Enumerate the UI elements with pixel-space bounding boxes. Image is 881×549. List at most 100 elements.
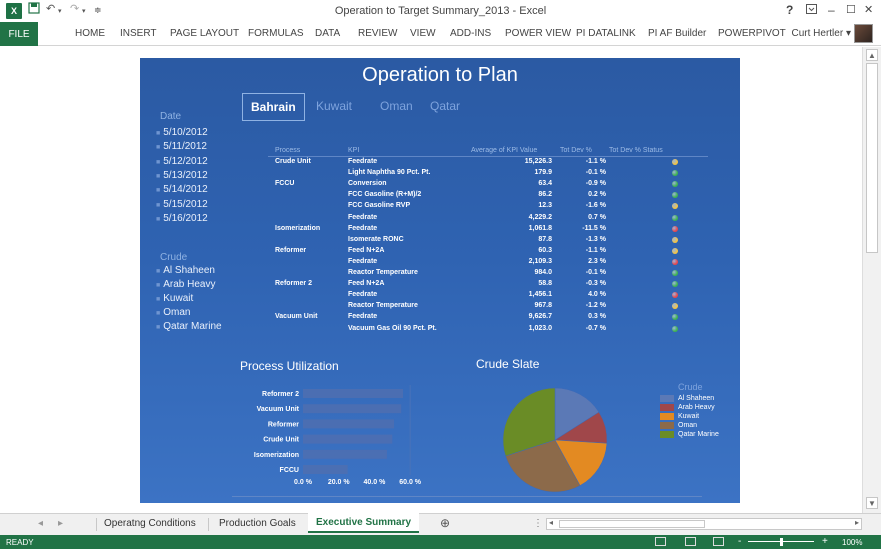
status-indicator-icon — [672, 247, 678, 254]
tab-page-layout[interactable]: PAGE LAYOUT — [170, 28, 239, 39]
zoom-in-button[interactable]: + — [822, 536, 828, 547]
kpi-value-cell: 1,023.0 — [528, 324, 552, 332]
kpi-value-cell: 967.8 — [534, 302, 552, 310]
ribbon-tabs: FILE HOME INSERT PAGE LAYOUT FORMULAS DA… — [0, 22, 881, 46]
kpi-value-cell: 2,109.3 — [528, 257, 552, 265]
crude-slicer-item[interactable]: ■ Oman — [156, 307, 190, 318]
vertical-scroll-thumb[interactable] — [866, 63, 878, 253]
customize-quick-access-icon[interactable]: ≑ — [94, 5, 102, 16]
tab-oman[interactable]: Oman — [380, 93, 413, 121]
page-layout-view-icon[interactable] — [685, 537, 696, 546]
save-icon[interactable] — [28, 2, 40, 17]
tab-formulas[interactable]: FORMULAS — [248, 28, 304, 39]
redo-icon[interactable]: ↷ — [70, 2, 79, 15]
horizontal-scrollbar[interactable]: ◂ ▸ — [546, 518, 862, 530]
prev-sheet-icon[interactable]: ◂ — [38, 518, 43, 529]
tab-powerpivot[interactable]: POWERPIVOT — [718, 28, 786, 39]
normal-view-icon[interactable] — [655, 537, 666, 546]
tab-insert[interactable]: INSERT — [120, 28, 157, 39]
kpi-name-cell: Conversion — [348, 180, 387, 188]
zoom-out-button[interactable]: - — [738, 536, 741, 547]
date-slicer-item[interactable]: ■ 5/13/2012 — [156, 170, 208, 181]
help-button[interactable]: ? — [786, 3, 793, 17]
sheet-tab-operating-conditions[interactable]: Operatng Conditions — [104, 518, 196, 529]
tab-power-view[interactable]: POWER VIEW — [505, 28, 571, 39]
user-name[interactable]: Curt Hertler ▾ — [792, 28, 852, 39]
date-slicer-item[interactable]: ■ 5/16/2012 — [156, 213, 208, 224]
scroll-left-icon[interactable]: ◂ — [549, 518, 553, 527]
tab-pi-datalink[interactable]: PI DATALINK — [576, 28, 636, 39]
crude-slicer-item[interactable]: ■ Qatar Marine — [156, 321, 222, 332]
tab-view[interactable]: VIEW — [410, 28, 436, 39]
kpi-name-cell: Light Naphtha 90 Pct. Pt. — [348, 169, 431, 177]
header-kpi: KPI — [348, 147, 360, 154]
tab-data[interactable]: DATA — [315, 28, 340, 39]
slicer-item-icon: ■ — [156, 268, 161, 275]
scroll-up-icon[interactable]: ▲ — [866, 49, 878, 61]
undo-icon[interactable]: ↶ — [46, 2, 55, 15]
legend-title: Crude — [678, 382, 703, 392]
crude-slicer-item[interactable]: ■ Arab Heavy — [156, 279, 215, 290]
zoom-slider-thumb[interactable] — [780, 538, 783, 546]
next-sheet-icon[interactable]: ▸ — [58, 518, 63, 529]
excel-window: X ↶ ▾ ↷ ▾ ≑ Operation to Target Summary_… — [0, 0, 881, 549]
date-slicer-item[interactable]: ■ 5/11/2012 — [156, 141, 207, 152]
new-sheet-icon[interactable]: ⊕ — [440, 516, 450, 530]
bar-category-label: Crude Unit — [263, 437, 299, 444]
bar-category-label: FCCU — [280, 467, 299, 474]
tab-file[interactable]: FILE — [0, 22, 38, 46]
slicer-item-icon: ■ — [156, 201, 161, 209]
vertical-scrollbar[interactable]: ▲ ▼ — [862, 47, 881, 513]
kpi-value-cell: 9,626.7 — [528, 313, 552, 321]
tab-kuwait[interactable]: Kuwait — [316, 93, 352, 121]
kpi-name-cell: Feedrate — [348, 158, 378, 165]
kpi-deviation-cell: -0.7 % — [585, 324, 606, 332]
legend-swatch — [660, 422, 674, 429]
date-slicer-item[interactable]: ■ 5/14/2012 — [156, 184, 208, 195]
slicer-item-icon: ■ — [156, 144, 161, 152]
header-tot-dev: Tot Dev % — [560, 147, 592, 154]
kpi-value-cell: 4,229.2 — [528, 213, 552, 221]
restore-button[interactable]: ☐ — [846, 3, 856, 16]
legend-label: Qatar Marine — [678, 431, 719, 438]
crude-slicer-item[interactable]: ■ Al Shaheen — [156, 265, 215, 276]
date-slicer-item[interactable]: ■ 5/12/2012 — [156, 156, 208, 167]
tab-bahrain[interactable]: Bahrain — [242, 93, 305, 121]
tab-review[interactable]: REVIEW — [358, 28, 397, 39]
page-break-view-icon[interactable] — [713, 537, 724, 546]
horizontal-scroll-thumb[interactable] — [559, 520, 705, 528]
date-slicer-item-label: 5/10/2012 — [163, 127, 208, 138]
kpi-process-cell: Crude Unit — [275, 158, 311, 165]
undo-dropdown-icon[interactable]: ▾ — [58, 7, 62, 15]
tab-home[interactable]: HOME — [75, 28, 105, 39]
status-indicator-icon — [672, 270, 678, 276]
date-slicer-item[interactable]: ■ 5/10/2012 — [156, 127, 208, 138]
scroll-down-icon[interactable]: ▼ — [866, 497, 878, 509]
split-handle-icon[interactable]: ⋮ — [533, 518, 543, 529]
x-tick-label: 20.0 % — [328, 479, 351, 486]
zoom-level[interactable]: 100% — [842, 538, 862, 547]
bar-category-label: Reformer — [268, 421, 299, 428]
legend-swatch — [660, 413, 674, 420]
kpi-process-cell: FCCU — [275, 180, 295, 188]
excel-logo-icon: X — [6, 3, 22, 19]
tab-qatar[interactable]: Qatar — [430, 93, 460, 121]
legend-item: Qatar Marine — [660, 430, 719, 439]
tab-pi-af-builder[interactable]: PI AF Builder — [648, 28, 706, 39]
scroll-right-icon[interactable]: ▸ — [855, 518, 859, 527]
date-slicer-item[interactable]: ■ 5/15/2012 — [156, 199, 208, 210]
tab-add-ins[interactable]: ADD-INS — [450, 28, 491, 39]
crude-slicer-item[interactable]: ■ Kuwait — [156, 293, 193, 304]
user-name-text: Curt Hertler — [791, 28, 844, 39]
sheet-tab-production-goals[interactable]: Production Goals — [219, 518, 296, 529]
minimize-button[interactable]: – — [828, 3, 835, 17]
slicer-item-icon: ■ — [156, 130, 161, 137]
ribbon-display-button[interactable] — [806, 3, 817, 17]
avatar[interactable] — [854, 24, 873, 43]
status-indicator-icon — [672, 236, 678, 243]
kpi-deviation-cell: -1.6 % — [585, 202, 606, 210]
redo-dropdown-icon[interactable]: ▾ — [82, 7, 86, 15]
close-button[interactable]: ✕ — [864, 3, 873, 16]
sheet-tab-executive-summary[interactable]: Executive Summary — [308, 513, 420, 533]
slicer-item-icon: ■ — [156, 324, 161, 331]
